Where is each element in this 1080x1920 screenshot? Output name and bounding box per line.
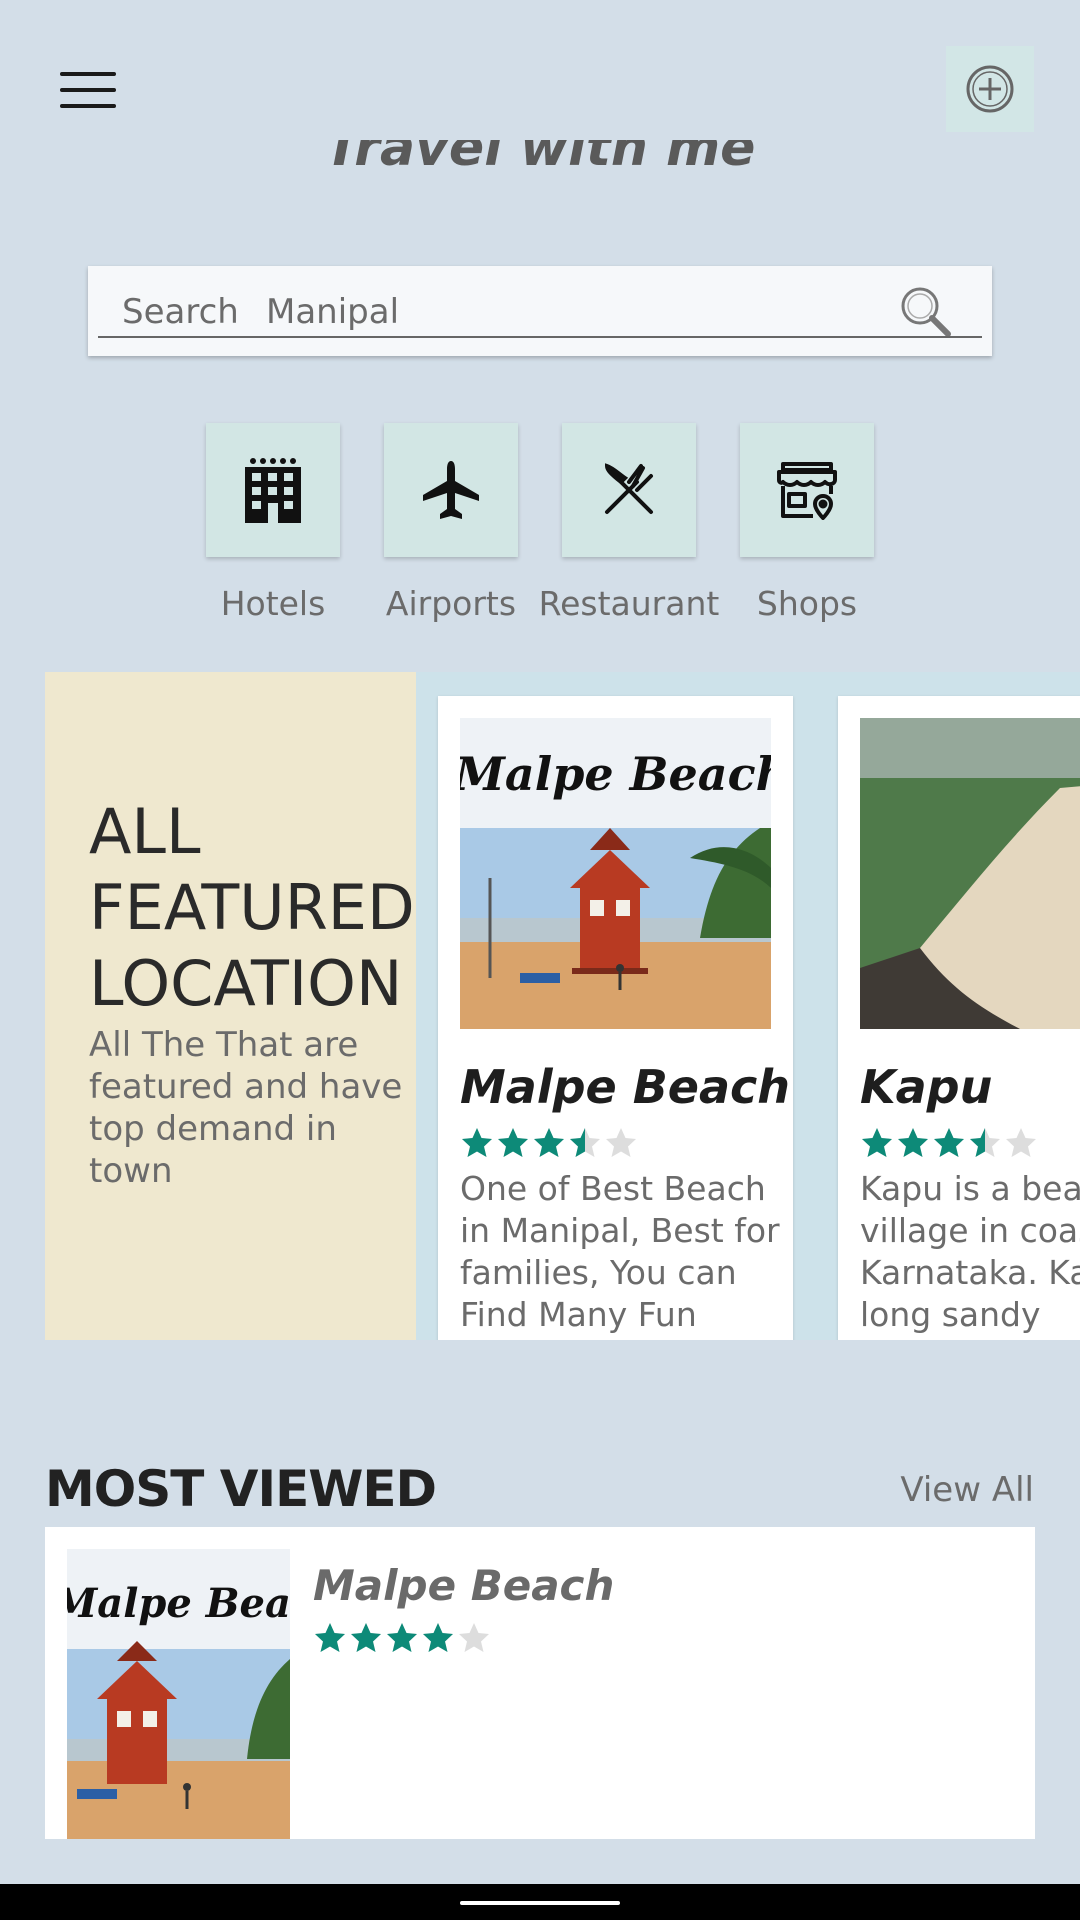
shop-icon — [777, 462, 837, 520]
kapu-card-rating — [860, 1126, 1038, 1166]
add-circle-icon — [966, 65, 1014, 113]
star-icon — [315, 1623, 345, 1652]
star-icon — [862, 1128, 892, 1157]
star-icon — [970, 1128, 1000, 1157]
add-button[interactable] — [946, 46, 1034, 132]
system-nav-bar — [0, 1884, 1080, 1920]
category-airports-label: Airports — [385, 584, 517, 623]
category-shops-label: Shops — [756, 584, 858, 623]
star-icon — [462, 1128, 492, 1157]
malpe-image-caption: Malpe Beach Udupi — [460, 747, 771, 801]
star-icon — [459, 1623, 489, 1652]
featured-description: All The That are featured and have top d… — [89, 1025, 403, 1191]
category-hotels-label: Hotels — [220, 584, 326, 623]
hamburger-menu-icon — [60, 72, 116, 76]
category-restaurant-button[interactable] — [562, 423, 696, 557]
menu-line — [60, 88, 116, 92]
hotel-building-icon — [245, 458, 301, 523]
featured-card-malpe[interactable]: Malpe Beach Udupi Malpe Beach One of Bes — [438, 696, 793, 1340]
search-label: Search — [122, 292, 239, 332]
page-title: Travel with me — [324, 140, 756, 178]
kapu-card-description: Kapu is a beach village in coastal Karna… — [860, 1169, 1080, 1340]
category-airports-button[interactable] — [384, 423, 518, 557]
star-icon — [351, 1623, 381, 1652]
search-input[interactable]: Manipal — [266, 292, 399, 332]
star-icon — [1006, 1128, 1036, 1157]
category-hotels-button[interactable] — [206, 423, 340, 557]
malpe-card-description: One of Best Beach in Manipal, Best for f… — [460, 1169, 780, 1340]
search-underline — [98, 336, 982, 338]
home-indicator[interactable] — [460, 1901, 620, 1905]
star-icon — [423, 1623, 453, 1652]
category-restaurant-label: Restaurant — [538, 584, 720, 623]
star-icon — [498, 1128, 528, 1157]
malpe-card-rating — [460, 1126, 638, 1166]
kapu-card-title: Kapu — [860, 1060, 993, 1114]
title-container: Travel with me — [0, 140, 1080, 210]
malpe-beach-image: Malpe Beach Udupi — [460, 718, 771, 1029]
menu-button[interactable] — [52, 60, 122, 120]
featured-title: ALL FEATURED LOCATION — [89, 795, 415, 1020]
view-all-link[interactable]: View All — [900, 1470, 1034, 1510]
most-viewed-item-image: Malpe Beach Udupi — [67, 1549, 290, 1839]
airplane-icon — [423, 461, 479, 519]
search-icon[interactable] — [898, 284, 954, 340]
star-icon — [570, 1128, 600, 1157]
category-shops-button[interactable] — [740, 423, 874, 557]
most-viewed-item[interactable]: Malpe Beach Udupi Malpe Beach — [45, 1527, 1035, 1839]
most-viewed-title: MOST VIEWED — [45, 1460, 437, 1518]
search-bar[interactable]: Search Manipal — [88, 266, 992, 356]
fork-knife-icon — [604, 463, 653, 514]
star-icon — [606, 1128, 636, 1157]
star-icon — [898, 1128, 928, 1157]
featured-header-panel: ALL FEATURED LOCATION All The That are f… — [45, 672, 416, 1340]
star-icon — [534, 1128, 564, 1157]
featured-card-kapu[interactable]: Kapu Kapu is a beach village in coastal … — [838, 696, 1080, 1340]
kapu-beach-image — [860, 718, 1080, 1029]
malpe-card-title: Malpe Beach — [460, 1060, 791, 1114]
menu-line — [60, 104, 116, 108]
star-icon — [934, 1128, 964, 1157]
most-viewed-item-rating — [313, 1621, 491, 1655]
most-viewed-image-caption: Malpe Beach Udupi — [67, 1580, 290, 1627]
star-icon — [387, 1623, 417, 1652]
featured-carousel[interactable]: ALL FEATURED LOCATION All The That are f… — [45, 672, 1080, 1340]
most-viewed-item-name: Malpe Beach — [313, 1561, 615, 1610]
